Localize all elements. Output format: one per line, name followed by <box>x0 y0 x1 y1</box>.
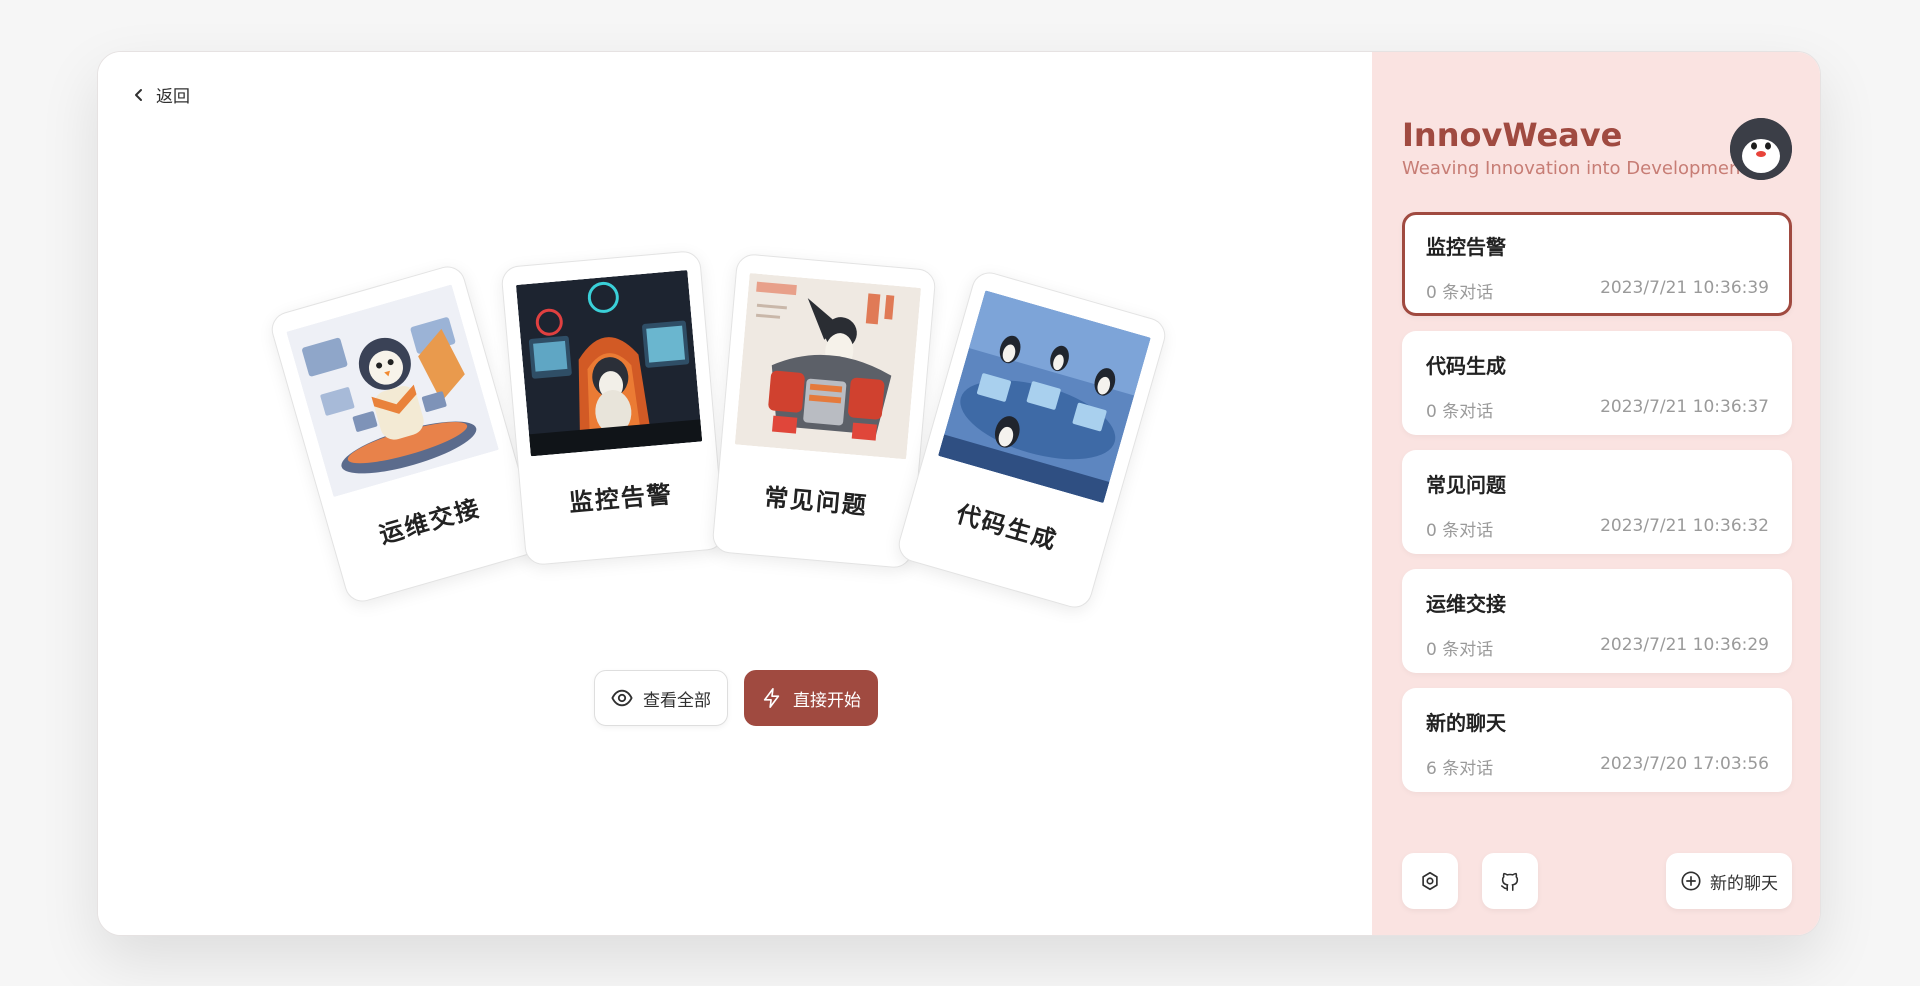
chat-title: 代码生成 <box>1426 354 1506 378</box>
lightning-icon <box>763 688 780 708</box>
card-label: 监控告警 <box>567 480 674 518</box>
brand: InnovWeave Weaving Innovation into Devel… <box>1402 116 1753 179</box>
chat-title: 新的聊天 <box>1426 711 1506 735</box>
chat-time: 2023/7/21 10:36:39 <box>1600 278 1769 298</box>
chat-list: 监控告警 0 条对话 2023/7/21 10:36:39 代码生成 0 条对话… <box>1402 212 1792 792</box>
brand-subtitle: Weaving Innovation into Development. <box>1402 158 1754 179</box>
penguins-control-room-image <box>938 290 1151 504</box>
card-label: 运维交接 <box>376 493 484 550</box>
hooded-penguin-monitors-image <box>515 270 703 457</box>
chat-count: 0 条对话 <box>1426 283 1494 303</box>
chat-count: 0 条对话 <box>1426 640 1494 660</box>
chat-time: 2023/7/21 10:36:32 <box>1600 516 1769 536</box>
chat-item[interactable]: 常见问题 0 条对话 2023/7/21 10:36:32 <box>1402 450 1792 554</box>
view-all-button[interactable]: 查看全部 <box>594 670 728 726</box>
chat-time: 2023/7/21 10:36:29 <box>1600 635 1769 655</box>
mask-card-monitoring-alerts[interactable]: 监控告警 <box>500 249 726 567</box>
mask-card-faq[interactable]: 常见问题 <box>711 252 937 570</box>
new-chat-label: 新的聊天 <box>1710 873 1778 894</box>
mask-card-ops-handover[interactable]: 运维交接 <box>267 262 543 606</box>
mask-cards: 运维交接 监控告警 常见问题 代码生成 <box>98 52 1374 935</box>
start-button[interactable]: 直接开始 <box>744 670 878 726</box>
chat-item[interactable]: 监控告警 0 条对话 2023/7/21 10:36:39 <box>1402 212 1792 316</box>
new-chat-button[interactable]: 新的聊天 <box>1666 853 1792 909</box>
chat-item[interactable]: 运维交接 0 条对话 2023/7/21 10:36:29 <box>1402 569 1792 673</box>
eye-icon <box>611 689 633 707</box>
chat-title: 运维交接 <box>1426 592 1506 616</box>
chat-title: 监控告警 <box>1426 235 1506 259</box>
chat-item[interactable]: 代码生成 0 条对话 2023/7/21 10:36:37 <box>1402 331 1792 435</box>
penguin-operator-image <box>286 284 499 498</box>
chat-item[interactable]: 新的聊天 6 条对话 2023/7/20 17:03:56 <box>1402 688 1792 792</box>
main-panel: 返回 运维交接 监控告警 常见问题 代码生成 查看全部 直接开始 <box>98 52 1374 935</box>
chat-count: 0 条对话 <box>1426 521 1494 541</box>
card-label: 代码生成 <box>953 499 1061 556</box>
chat-title: 常见问题 <box>1426 473 1506 497</box>
app-window: 返回 运维交接 监控告警 常见问题 代码生成 查看全部 直接开始 InnovWe… <box>97 51 1821 936</box>
plus-circle-icon <box>1681 871 1701 891</box>
action-bar: 查看全部 直接开始 <box>594 670 878 726</box>
mask-card-code-generation[interactable]: 代码生成 <box>894 268 1170 612</box>
start-label: 直接开始 <box>793 690 861 711</box>
chat-time: 2023/7/21 10:36:37 <box>1600 397 1769 417</box>
github-button[interactable] <box>1482 853 1538 909</box>
settings-button[interactable] <box>1402 853 1458 909</box>
sidebar: InnovWeave Weaving Innovation into Devel… <box>1372 52 1820 935</box>
penguin-logo-icon <box>1730 118 1792 180</box>
brand-title: InnovWeave <box>1402 116 1623 154</box>
gear-icon <box>1422 871 1438 891</box>
chat-count: 6 条对话 <box>1426 759 1494 779</box>
chat-count: 0 条对话 <box>1426 402 1494 422</box>
card-label: 常见问题 <box>763 483 870 521</box>
github-icon <box>1500 872 1519 891</box>
penguin-mech-armor-image <box>734 273 922 460</box>
chat-time: 2023/7/20 17:03:56 <box>1600 754 1769 774</box>
view-all-label: 查看全部 <box>643 690 711 711</box>
sidebar-footer: 新的聊天 <box>1402 853 1792 909</box>
